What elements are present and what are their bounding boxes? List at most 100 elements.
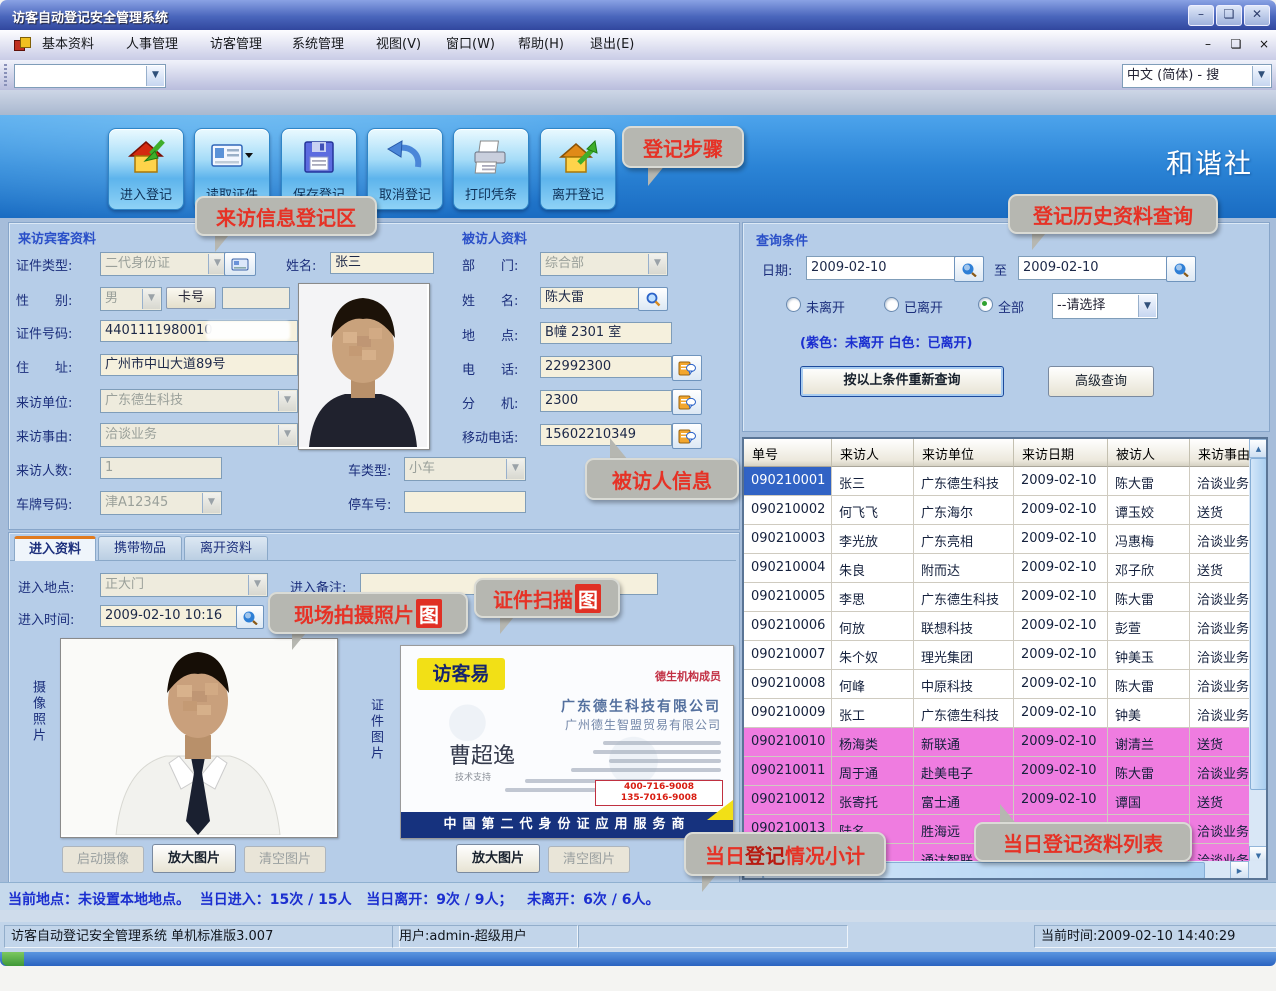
table-cell[interactable]: 2009-02-10 (1014, 670, 1108, 699)
table-row[interactable]: 090210010杨海类新联通2009-02-10谢清兰送货 (744, 728, 1266, 757)
language-bar[interactable]: 中文 (简体) - 搜 ▼ (1122, 64, 1272, 88)
close-icon[interactable]: ✕ (1244, 5, 1270, 26)
zoom-photo-button[interactable]: 放大图片 (152, 844, 236, 873)
tab-leave-data[interactable]: 离开资料 (184, 536, 268, 561)
table-cell[interactable]: 090210010 (744, 728, 832, 757)
clear-card-button[interactable]: 清空图片 (548, 846, 630, 873)
parking-no-input[interactable] (404, 491, 526, 513)
table-header-cell[interactable]: 被访人 (1108, 439, 1190, 467)
table-cell[interactable]: 赴美电子 (914, 757, 1014, 786)
table-row[interactable]: 090210002何飞飞广东海尔2009-02-10谭玉姣送货 (744, 496, 1266, 525)
table-vscrollbar[interactable]: ▲ ▼ (1249, 439, 1266, 863)
clear-photo-button[interactable]: 清空图片 (244, 846, 326, 873)
radio-not-left[interactable] (786, 297, 801, 312)
menu-item-view[interactable]: 视图(V) (372, 36, 425, 54)
table-row[interactable]: 090210009张工广东德生科技2009-02-10钟美洽谈业务 (744, 699, 1266, 728)
table-row[interactable]: 090210007朱个奴理光集团2009-02-10钟美玉洽谈业务 (744, 641, 1266, 670)
menu-item-visitor[interactable]: 访客管理 (206, 36, 266, 54)
table-cell[interactable]: 广东海尔 (914, 496, 1014, 525)
table-cell[interactable]: 090210011 (744, 757, 832, 786)
table-cell[interactable]: 送货 (1190, 554, 1251, 583)
date-from-picker-button[interactable] (954, 256, 984, 282)
table-cell[interactable]: 陈大雷 (1108, 757, 1190, 786)
table-cell[interactable]: 冯惠梅 (1108, 525, 1190, 554)
table-cell[interactable]: 2009-02-10 (1014, 525, 1108, 554)
menu-item-basic[interactable]: 基本资料 (38, 36, 98, 54)
table-cell[interactable]: 2009-02-10 (1014, 699, 1108, 728)
table-cell[interactable]: 理光集团 (914, 641, 1014, 670)
table-cell[interactable]: 张寄托 (832, 786, 914, 815)
zoom-card-button[interactable]: 放大图片 (456, 844, 540, 873)
menu-item-system[interactable]: 系统管理 (288, 36, 348, 54)
mdi-restore-icon[interactable]: ❏ (1226, 36, 1246, 54)
visited-place-input[interactable]: B幢 2301 室 (540, 322, 672, 344)
leave-register-button[interactable]: 离开登记 (540, 128, 616, 210)
menu-item-exit[interactable]: 退出(E) (586, 36, 638, 54)
tab-entry-data[interactable]: 进入资料 (14, 536, 96, 561)
table-cell[interactable]: 广东德生科技 (914, 467, 1014, 496)
table-cell[interactable]: 2009-02-10 (1014, 496, 1108, 525)
table-cell[interactable]: 洽谈业务 (1190, 815, 1251, 844)
visit-reason-combo[interactable]: 洽谈业务 ▼ (100, 423, 298, 447)
table-cell[interactable]: 陈大雷 (1108, 670, 1190, 699)
visited-name-input[interactable]: 陈大雷 (540, 287, 642, 309)
table-row[interactable]: 090210005李思广东德生科技2009-02-10陈大雷洽谈业务 (744, 583, 1266, 612)
chevron-down-icon[interactable]: ▼ (1252, 66, 1270, 86)
query-select-combo[interactable]: --请选择 ▼ (1052, 293, 1158, 319)
table-cell[interactable]: 090210007 (744, 641, 832, 670)
card-no-input[interactable] (222, 287, 290, 309)
table-row[interactable]: 090210003李光放广东亮相2009-02-10冯惠梅洽谈业务 (744, 525, 1266, 554)
table-cell[interactable]: 新联通 (914, 728, 1014, 757)
table-cell[interactable]: 陈大雷 (1108, 583, 1190, 612)
table-cell[interactable]: 附而达 (914, 554, 1014, 583)
table-cell[interactable]: 2009-02-10 (1014, 583, 1108, 612)
card-reader-button[interactable] (224, 252, 256, 276)
table-cell[interactable]: 090210005 (744, 583, 832, 612)
table-cell[interactable]: 洽谈业务 (1190, 757, 1251, 786)
table-cell[interactable]: 何峰 (832, 670, 914, 699)
table-cell[interactable]: 090210006 (744, 612, 832, 641)
table-cell[interactable]: 广东德生科技 (914, 699, 1014, 728)
visited-phone-input[interactable]: 22992300 (540, 356, 672, 378)
visitor-name-input[interactable]: 张三 (330, 252, 434, 274)
table-cell[interactable]: 中原科技 (914, 670, 1014, 699)
advanced-query-button[interactable]: 高级查询 (1048, 366, 1154, 397)
table-cell[interactable]: 2009-02-10 (1014, 728, 1108, 757)
date-from-input[interactable]: 2009-02-10 (806, 256, 960, 280)
table-cell[interactable]: 联想科技 (914, 612, 1014, 641)
visitor-count-stepper[interactable]: 1 (100, 457, 222, 479)
table-cell[interactable]: 张三 (832, 467, 914, 496)
table-cell[interactable]: 送货 (1190, 786, 1251, 815)
table-cell[interactable]: 邓子欣 (1108, 554, 1190, 583)
table-cell[interactable]: 广东德生科技 (914, 583, 1014, 612)
menu-item-window[interactable]: 窗口(W) (442, 36, 499, 54)
toolbar-grip[interactable] (4, 64, 7, 86)
table-header-cell[interactable]: 来访事由 (1190, 439, 1251, 467)
table-cell[interactable]: 2009-02-10 (1014, 786, 1108, 815)
table-cell[interactable]: 洽谈业务 (1190, 844, 1251, 861)
minimize-icon[interactable]: – (1188, 5, 1214, 26)
plate-number-combo[interactable]: 津A12345 ▼ (100, 491, 222, 515)
table-cell[interactable]: 2009-02-10 (1014, 757, 1108, 786)
date-to-picker-button[interactable] (1166, 256, 1196, 282)
table-cell[interactable]: 谢清兰 (1108, 728, 1190, 757)
radio-left[interactable] (884, 297, 899, 312)
tab-carried-items[interactable]: 携带物品 (98, 536, 182, 561)
visited-name-search-button[interactable] (638, 287, 668, 311)
gender-combo[interactable]: 男 ▼ (100, 287, 162, 311)
table-cell[interactable]: 2009-02-10 (1014, 554, 1108, 583)
table-cell[interactable]: 送货 (1190, 728, 1251, 757)
visit-unit-combo[interactable]: 广东德生科技 ▼ (100, 389, 298, 413)
table-header-cell[interactable]: 来访人 (832, 439, 914, 467)
visited-mobile-input[interactable]: 15602210349 (540, 424, 672, 446)
table-cell[interactable]: 朱个奴 (832, 641, 914, 670)
table-row[interactable]: 090210006何放联想科技2009-02-10彭萱洽谈业务 (744, 612, 1266, 641)
table-cell[interactable]: 广东亮相 (914, 525, 1014, 554)
chevron-down-icon[interactable]: ▼ (146, 66, 164, 86)
table-cell[interactable]: 2009-02-10 (1014, 612, 1108, 641)
table-cell[interactable]: 洽谈业务 (1190, 699, 1251, 728)
table-cell[interactable]: 2009-02-10 (1014, 641, 1108, 670)
table-cell[interactable]: 送货 (1190, 496, 1251, 525)
table-cell[interactable]: 090210003 (744, 525, 832, 554)
table-cell[interactable]: 何飞飞 (832, 496, 914, 525)
